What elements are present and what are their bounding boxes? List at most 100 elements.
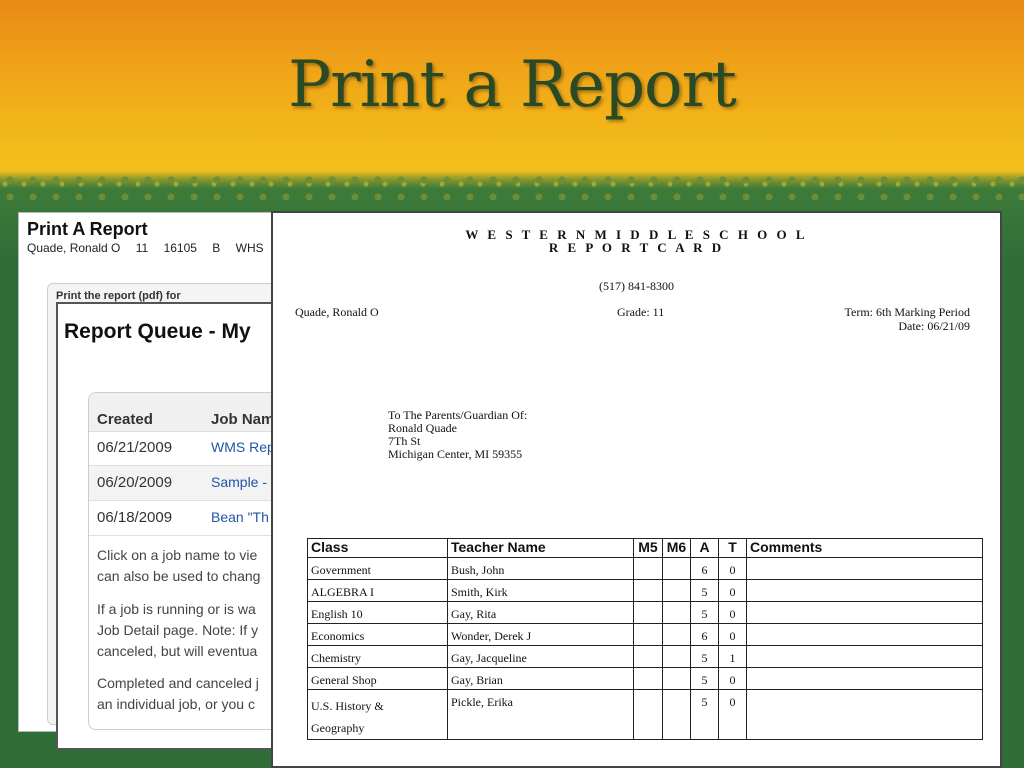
queue-row-date: 06/18/2009: [97, 509, 173, 526]
col-t: T: [718, 538, 747, 558]
cell-comments: [746, 645, 983, 668]
cell-m5: [633, 623, 663, 646]
cell-teacher: Gay, Rita: [447, 601, 634, 624]
table-row: Economics Wonder, Derek J 6 0: [307, 623, 983, 646]
print-options-label: Print the report (pdf) for: [56, 290, 181, 302]
cell-comments: [746, 623, 983, 646]
cell-t: 0: [718, 579, 747, 602]
student-info-grade: 11: [135, 241, 149, 255]
student-info-id: 16105: [163, 241, 197, 255]
torn-edge-decoration: [0, 170, 1024, 200]
cell-teacher: Bush, John: [447, 557, 634, 580]
cell-comments: [746, 667, 983, 690]
student-info-name: Quade, Ronald O: [27, 241, 121, 255]
queue-info-paragraph: Completed and canceled j an individual j…: [97, 673, 290, 715]
cell-teacher: Gay, Jacqueline: [447, 645, 634, 668]
cell-m6: [662, 689, 691, 740]
cell-a: 5: [690, 689, 719, 740]
cell-comments: [746, 601, 983, 624]
cell-t: 0: [718, 601, 747, 624]
cell-a: 5: [690, 667, 719, 690]
queue-info-paragraph: If a job is running or is wa Job Detail …: [97, 599, 290, 662]
queue-row: 06/20/2009 Sample -: [89, 466, 290, 501]
cell-m6: [662, 645, 691, 668]
marking-term: Term: 6th Marking Period: [844, 305, 970, 319]
print-report-title: Print A Report: [27, 219, 148, 239]
cell-teacher: Smith, Kirk: [447, 579, 634, 602]
student-info-gender: B: [212, 241, 221, 255]
col-class: Class: [307, 538, 448, 558]
table-row: ALGEBRA I Smith, Kirk 5 0: [307, 579, 983, 602]
queue-row-job-link[interactable]: WMS Rep: [211, 439, 275, 455]
cell-class-line1: U.S. History &: [311, 699, 384, 713]
cell-a: 5: [690, 579, 719, 602]
report-queue-table: Created Job Nam 06/21/2009 WMS Rep 06/20…: [88, 392, 290, 730]
cell-t: 0: [718, 689, 747, 740]
cell-comments: [746, 557, 983, 580]
info-line: can also be used to chang: [97, 568, 261, 584]
queue-row-job-link[interactable]: Bean "Th: [211, 509, 269, 525]
student-info-school: WHS: [235, 241, 264, 255]
slide-title: Print a Report: [288, 48, 737, 122]
cell-m6: [662, 601, 691, 624]
queue-row: 06/18/2009 Bean "Th: [89, 501, 290, 536]
cell-t: 0: [718, 557, 747, 580]
report-date: Date: 06/21/09: [898, 319, 970, 333]
cell-m5: [633, 557, 663, 580]
cell-class: English 10: [307, 601, 448, 624]
report-card-document: W E S T E R N M I D D L E S C H O O L R …: [271, 211, 1002, 768]
queue-row-job-link[interactable]: Sample -: [211, 474, 267, 490]
cell-class: General Shop: [307, 667, 448, 690]
student-grade: Grade: 11: [617, 305, 665, 319]
cell-m6: [662, 623, 691, 646]
table-row: Government Bush, John 6 0: [307, 557, 983, 580]
table-row: Chemistry Gay, Jacqueline 5 1: [307, 645, 983, 668]
info-line: an individual job, or you c: [97, 696, 255, 712]
info-line: If a job is running or is wa: [97, 601, 256, 617]
cell-m5: [633, 645, 663, 668]
student-name: Quade, Ronald O: [295, 305, 379, 319]
queue-row-date: 06/21/2009: [97, 439, 173, 456]
cell-a: 6: [690, 623, 719, 646]
table-row: General Shop Gay, Brian 5 0: [307, 667, 983, 690]
queue-row: 06/21/2009 WMS Rep: [89, 431, 290, 466]
student-info-line: Quade, Ronald O 11 16105 B WHS: [27, 241, 276, 255]
cell-class-line2: Geography: [311, 721, 365, 735]
col-m5: M5: [633, 538, 663, 558]
cell-teacher: Gay, Brian: [447, 667, 634, 690]
cell-m5: [633, 579, 663, 602]
cell-a: 5: [690, 645, 719, 668]
cell-class: Economics: [307, 623, 448, 646]
queue-row-date: 06/20/2009: [97, 474, 173, 491]
cell-t: 1: [718, 645, 747, 668]
queue-col-job-name[interactable]: Job Nam: [211, 411, 274, 428]
table-row: U.S. History & Geography Pickle, Erika 5…: [307, 689, 983, 740]
info-line: Click on a job name to vie: [97, 547, 258, 563]
report-card-heading: R E P O R T C A R D: [548, 240, 725, 255]
cell-a: 5: [690, 601, 719, 624]
cell-m5: [633, 667, 663, 690]
info-line: canceled, but will eventua: [97, 643, 258, 659]
col-teacher-name: Teacher Name: [447, 538, 634, 558]
report-queue-panel: Report Queue - My Created Job Nam 06/21/…: [56, 302, 292, 750]
cell-class: Chemistry: [307, 645, 448, 668]
grades-table: Class Teacher Name M5 M6 A T Comments Go…: [307, 538, 983, 740]
info-line: Job Detail page. Note: If y: [97, 622, 259, 638]
cell-a: 6: [690, 557, 719, 580]
table-row: English 10 Gay, Rita 5 0: [307, 601, 983, 624]
report-queue-title: Report Queue - My: [64, 320, 251, 343]
cell-comments: [746, 579, 983, 602]
col-a: A: [690, 538, 719, 558]
cell-teacher: Wonder, Derek J: [447, 623, 634, 646]
address-line: Michigan Center, MI 59355: [388, 447, 523, 461]
cell-comments: [746, 689, 983, 740]
cell-m6: [662, 667, 691, 690]
cell-teacher: Pickle, Erika: [447, 689, 634, 740]
col-m6: M6: [662, 538, 691, 558]
cell-class: U.S. History & Geography: [307, 689, 448, 740]
cell-t: 0: [718, 623, 747, 646]
cell-m5: [633, 601, 663, 624]
grades-header-row: Class Teacher Name M5 M6 A T Comments: [307, 538, 983, 558]
queue-col-created[interactable]: Created: [97, 411, 153, 428]
col-comments: Comments: [746, 538, 983, 558]
